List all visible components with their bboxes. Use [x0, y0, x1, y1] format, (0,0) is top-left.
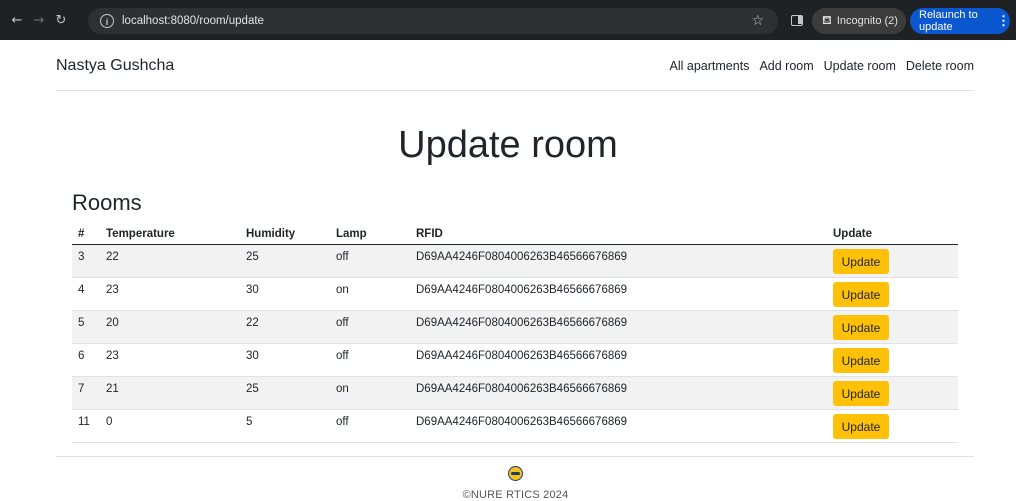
update-button[interactable]: Update — [833, 381, 889, 406]
header-temperature: Temperature — [100, 223, 240, 245]
cell-rfid: D69AA4246F0804006263B46566676869 — [410, 310, 827, 344]
table-row: 4 23 30 on D69AA4246F0804006263B46566676… — [72, 277, 958, 311]
reload-icon[interactable]: ↻ — [50, 13, 72, 28]
incognito-icon: ⛾ — [822, 13, 832, 27]
cell-id: 5 — [72, 310, 100, 344]
cell-update: Update — [827, 310, 958, 344]
more-vert-icon[interactable]: ⋮ — [997, 13, 1010, 29]
relaunch-button[interactable]: Relaunch to update ⋮ — [910, 8, 1010, 34]
cell-temperature: 23 — [100, 343, 240, 377]
cell-update: Update — [827, 244, 958, 278]
table-row: 6 23 30 off D69AA4246F0804006263B4656667… — [72, 343, 958, 377]
cell-id: 6 — [72, 343, 100, 377]
cell-rfid: D69AA4246F0804006263B46566676869 — [410, 343, 827, 377]
update-button[interactable]: Update — [833, 348, 889, 373]
header-id: # — [72, 223, 100, 245]
brand-name[interactable]: Nastya Gushcha — [56, 57, 174, 75]
cell-humidity: 22 — [240, 310, 330, 344]
cell-lamp: on — [330, 277, 410, 311]
header-update: Update — [827, 223, 958, 245]
nav-link-delete-room[interactable]: Delete room — [906, 59, 974, 73]
cell-id: 7 — [72, 376, 100, 410]
cell-humidity: 5 — [240, 409, 330, 443]
update-button[interactable]: Update — [833, 249, 889, 274]
university-logo-icon — [508, 466, 523, 481]
table-row: 11 0 5 off D69AA4246F0804006263B46566676… — [72, 409, 958, 443]
update-button[interactable]: Update — [833, 282, 889, 307]
info-icon[interactable]: i — [100, 14, 114, 28]
incognito-badge[interactable]: ⛾ Incognito (2) — [812, 8, 906, 34]
cell-lamp: off — [330, 310, 410, 344]
relaunch-label: Relaunch to update — [919, 9, 978, 33]
cell-update: Update — [827, 376, 958, 410]
cell-temperature: 22 — [100, 244, 240, 278]
cell-update: Update — [827, 343, 958, 377]
cell-temperature: 0 — [100, 409, 240, 443]
cell-temperature: 23 — [100, 277, 240, 311]
header-lamp: Lamp — [330, 223, 410, 245]
nav-link-add-room[interactable]: Add room — [759, 59, 813, 73]
nav-link-update-room[interactable]: Update room — [824, 59, 896, 73]
cell-rfid: D69AA4246F0804006263B46566676869 — [410, 244, 827, 278]
cell-temperature: 21 — [100, 376, 240, 410]
site-navbar: Nastya Gushcha All apartments Add room U… — [56, 40, 974, 91]
address-bar[interactable]: i localhost:8080/room/update ☆ — [88, 8, 778, 34]
cell-lamp: off — [330, 409, 410, 443]
cell-lamp: off — [330, 244, 410, 278]
cell-rfid: D69AA4246F0804006263B46566676869 — [410, 277, 827, 311]
cell-lamp: on — [330, 376, 410, 410]
table-row: 7 21 25 on D69AA4246F0804006263B46566676… — [72, 376, 958, 410]
rooms-table: # Temperature Humidity Lamp RFID Update … — [72, 223, 958, 443]
cell-humidity: 25 — [240, 244, 330, 278]
cell-update: Update — [827, 277, 958, 311]
cell-id: 11 — [72, 409, 100, 443]
nav-link-all-apartments[interactable]: All apartments — [670, 59, 750, 73]
cell-humidity: 25 — [240, 376, 330, 410]
table-header-row: # Temperature Humidity Lamp RFID Update — [72, 223, 958, 245]
incognito-label: Incognito (2) — [836, 15, 898, 27]
nav-links: All apartments Add room Update room Dele… — [670, 59, 974, 73]
side-panel-icon[interactable] — [791, 15, 803, 26]
back-arrow-icon[interactable]: ← — [6, 13, 28, 28]
cell-rfid: D69AA4246F0804006263B46566676869 — [410, 409, 827, 443]
cell-humidity: 30 — [240, 277, 330, 311]
update-button[interactable]: Update — [833, 315, 889, 340]
footer-divider — [56, 456, 974, 457]
section-title: Rooms — [72, 190, 142, 215]
table-row: 3 22 25 off D69AA4246F0804006263B4656667… — [72, 244, 958, 278]
update-button[interactable]: Update — [833, 414, 889, 439]
page-title: Update room — [398, 124, 618, 166]
cell-update: Update — [827, 409, 958, 443]
cell-temperature: 20 — [100, 310, 240, 344]
header-rfid: RFID — [410, 223, 827, 245]
header-humidity: Humidity — [240, 223, 330, 245]
url-text[interactable]: localhost:8080/room/update — [122, 15, 264, 27]
table-row: 5 20 22 off D69AA4246F0804006263B4656667… — [72, 310, 958, 344]
cell-humidity: 30 — [240, 343, 330, 377]
forward-arrow-icon[interactable]: → — [28, 13, 50, 28]
cell-rfid: D69AA4246F0804006263B46566676869 — [410, 376, 827, 410]
cell-id: 4 — [72, 277, 100, 311]
star-icon[interactable]: ☆ — [751, 13, 764, 29]
cell-id: 3 — [72, 244, 100, 278]
cell-lamp: off — [330, 343, 410, 377]
footer-copyright: ©NURE RTICS 2024 — [462, 489, 569, 501]
